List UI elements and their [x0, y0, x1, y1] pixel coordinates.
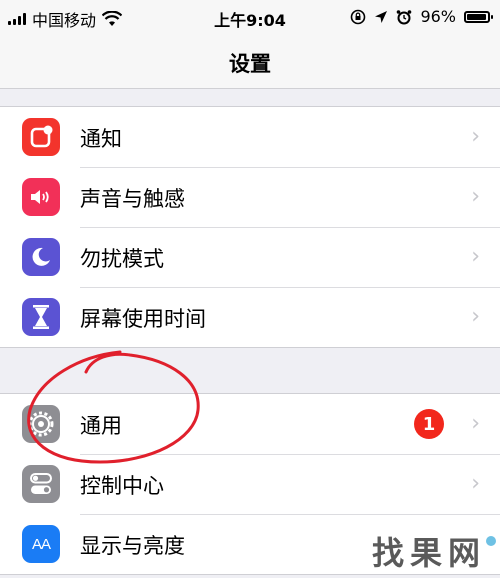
- nav-bar: 设置: [0, 34, 500, 89]
- control-center-icon: [22, 465, 60, 503]
- page-title: 设置: [229, 52, 271, 76]
- general-gear-icon: [22, 405, 60, 443]
- settings-row-do-not-disturb[interactable]: 勿扰模式 ›: [0, 227, 500, 287]
- screen-time-icon: [22, 298, 60, 336]
- settings-row-label: 屏幕使用时间: [80, 307, 206, 331]
- status-bar-right: 96%: [350, 7, 493, 26]
- location-icon: [375, 10, 388, 23]
- orientation-lock-icon: [351, 9, 366, 24]
- display-brightness-icon: AA: [22, 525, 60, 563]
- settings-row-label: 通知: [80, 127, 122, 151]
- settings-row-general[interactable]: 通用 1 ›: [0, 394, 500, 454]
- chevron-right-icon: ›: [471, 244, 480, 269]
- settings-row-label: 勿扰模式: [80, 247, 164, 271]
- settings-row-label: 声音与触感: [80, 187, 185, 211]
- settings-row-label: 通用: [80, 414, 122, 438]
- chevron-right-icon: ›: [471, 184, 480, 209]
- watermark-text: 找果网: [371, 534, 486, 572]
- chevron-right-icon: ›: [471, 471, 480, 496]
- sounds-icon: [22, 178, 60, 216]
- battery-percent: 96%: [420, 7, 456, 26]
- status-bar: 中国移动 上午9:04 96%: [0, 0, 500, 34]
- chevron-right-icon: ›: [471, 124, 480, 149]
- settings-row-screen-time[interactable]: 屏幕使用时间 ›: [0, 287, 500, 347]
- watermark-dot: [486, 536, 496, 546]
- notification-badge: 1: [414, 409, 444, 439]
- settings-row-sounds[interactable]: 声音与触感 ›: [0, 167, 500, 227]
- battery-icon: [464, 10, 493, 23]
- display-icon-text: AA: [31, 535, 51, 553]
- settings-row-notifications[interactable]: 通知 ›: [0, 107, 500, 167]
- settings-row-label: 控制中心: [80, 474, 164, 498]
- settings-row-label: 显示与亮度: [80, 534, 185, 558]
- chevron-right-icon: ›: [471, 304, 480, 329]
- alarm-icon: [397, 9, 412, 24]
- notifications-icon: [22, 118, 60, 156]
- do-not-disturb-icon: [22, 238, 60, 276]
- settings-group-1: 通知 › 声音与触感 › 勿扰模式 › 屏幕使用时间 ›: [0, 106, 500, 348]
- chevron-right-icon: ›: [471, 411, 480, 436]
- settings-row-control-center[interactable]: 控制中心 ›: [0, 454, 500, 514]
